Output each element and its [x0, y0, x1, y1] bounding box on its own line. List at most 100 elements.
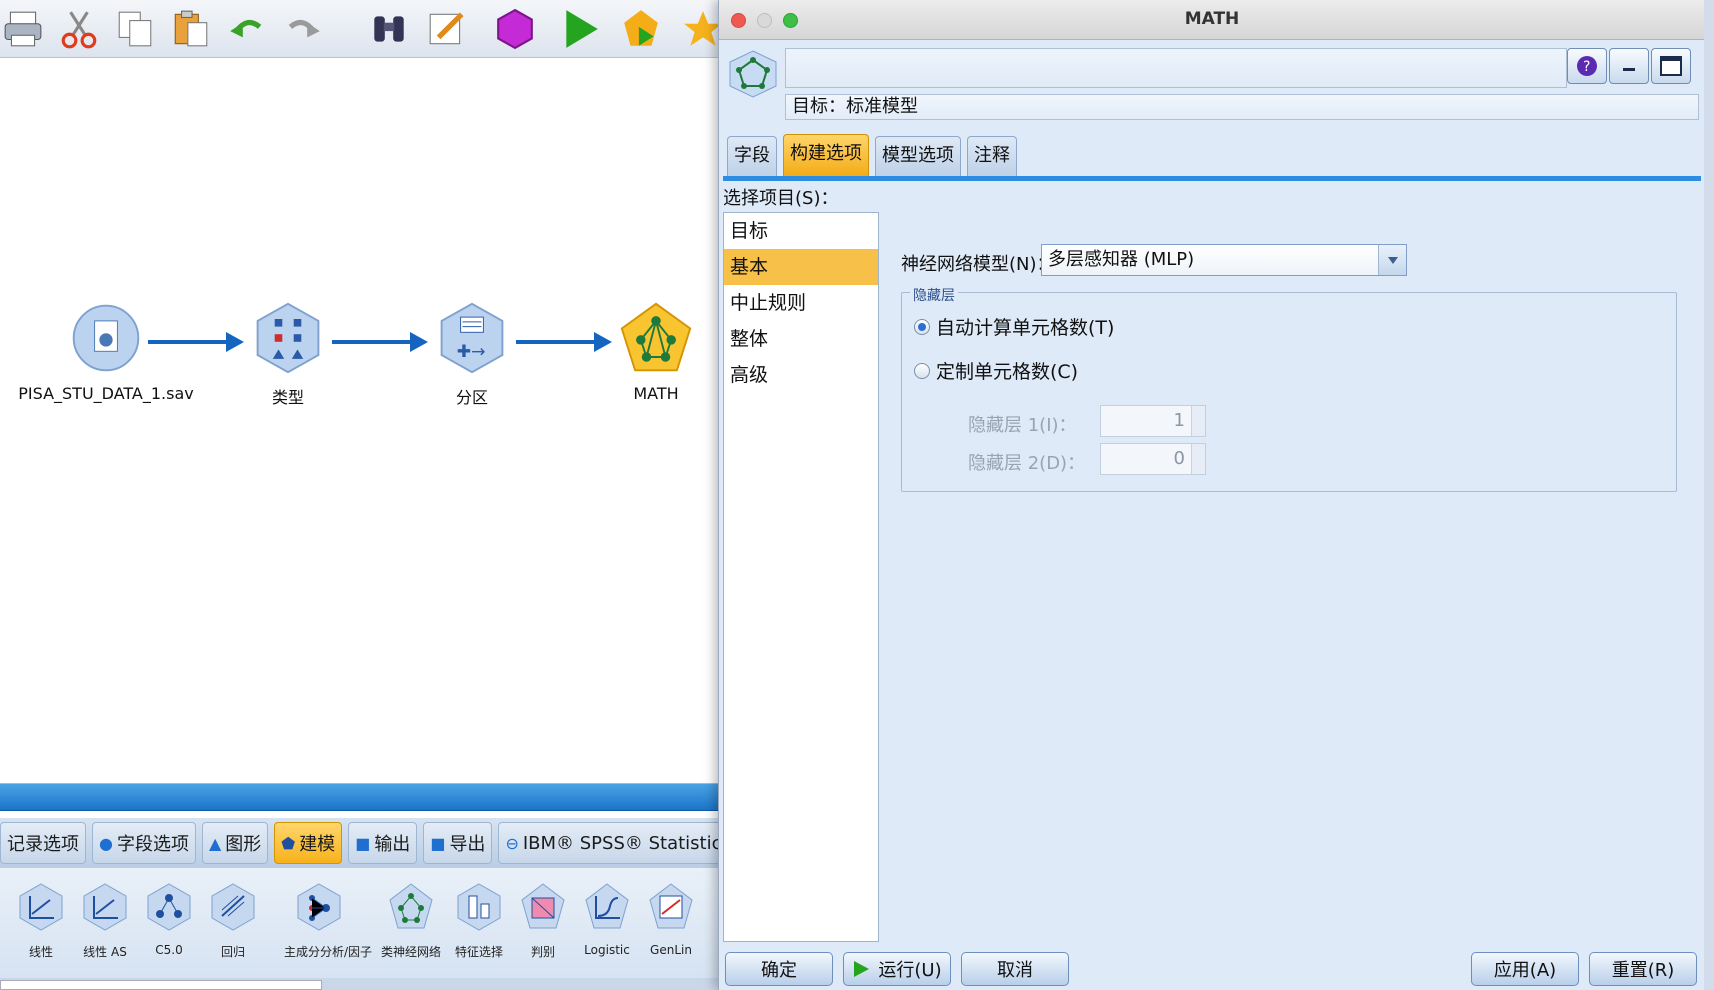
flow-arrow	[516, 332, 612, 352]
square-icon: ■	[355, 833, 371, 853]
palette-node-feature-selection[interactable]: 特征选择	[444, 882, 514, 960]
palette-tabs: 记录选项 ● 字段选项 ▲ 图形 ⬟ 建模 ■ 输出 ■ 导出 ⊖ IBM® SPSS® S…	[0, 818, 720, 868]
neural-net-icon	[620, 302, 692, 372]
palette-splitter[interactable]	[0, 783, 720, 811]
hidden-layers-group: 隐藏层 自动计算单元格数(T) 定制单元格数(C) 隐藏层 1(I)： 1 隐藏…	[901, 285, 1677, 492]
feature-selection-icon	[457, 883, 501, 931]
target-field: 目标：标准模型	[785, 94, 1699, 120]
tab-fields[interactable]: 字段	[727, 136, 777, 176]
auto-units-option[interactable]: 自动计算单元格数(T)	[914, 313, 1114, 340]
palette-node-pca-factor[interactable]: 主成分分析/因子	[284, 882, 372, 960]
spinner-arrows-icon[interactable]	[1191, 406, 1205, 436]
tab-build-options[interactable]: 构建选项	[783, 134, 869, 176]
palette-tab-statistics[interactable]: ⊖ IBM® SPSS® Statistic	[498, 822, 720, 864]
cancel-button[interactable]: 取消	[961, 952, 1069, 986]
partition-node[interactable]: ✚→ 分区	[434, 300, 510, 410]
hidden-layer-1-value: 1	[1173, 410, 1185, 431]
flow-arrow	[332, 332, 428, 352]
source-node[interactable]: PISA_STU_DATA_1.sav	[18, 300, 194, 410]
pentagon-icon: ⬟	[281, 833, 296, 853]
dialog-tabs: 字段 构建选项 模型选项 注释	[719, 126, 1705, 176]
undo-icon[interactable]	[224, 6, 270, 52]
palette-tab-output[interactable]: ■ 输出	[348, 822, 418, 864]
custom-units-option[interactable]: 定制单元格数(C)	[914, 357, 1078, 384]
genlin-icon	[649, 883, 693, 929]
reset-button[interactable]: 重置(R)	[1589, 952, 1697, 986]
paste-icon[interactable]	[168, 6, 214, 52]
minimize-panel-button[interactable]	[1609, 48, 1649, 84]
node-label: PISA_STU_DATA_1.sav	[18, 384, 194, 403]
dialog-title: MATH	[1184, 9, 1240, 29]
hidden-layer-2-spinner[interactable]: 0	[1100, 443, 1206, 475]
ok-button[interactable]: 确定	[725, 952, 833, 986]
custom-units-radio[interactable]	[914, 362, 930, 379]
spinner-arrows-icon[interactable]	[1191, 444, 1205, 474]
hidden-layer-1-label: 隐藏层 1(I)：	[968, 415, 1077, 436]
palette-tab-modeling[interactable]: ⬟ 建模	[274, 822, 343, 864]
chevron-down-icon[interactable]	[1378, 245, 1406, 275]
neural-network-icon	[389, 883, 433, 929]
node-name-input[interactable]	[785, 48, 1567, 88]
palette-tab-graphs[interactable]: ▲ 图形	[201, 822, 269, 864]
logistic-icon	[585, 883, 629, 929]
redo-icon[interactable]	[280, 6, 326, 52]
linear-icon	[19, 883, 63, 931]
basics-panel: 神经网络模型(N)： 多层感知器 (MLP) 隐藏层 自动计算单元格数(T) 定…	[879, 212, 1701, 942]
model-type-value: 多层感知器 (MLP)	[1048, 249, 1195, 270]
neural-net-model-node[interactable]: MATH	[618, 300, 694, 410]
svg-text:✚→: ✚→	[457, 342, 486, 362]
cut-icon[interactable]	[56, 6, 102, 52]
palette-node-linear-as[interactable]: 线性 AS	[70, 882, 140, 960]
list-item-advanced[interactable]: 高级	[724, 357, 878, 393]
model-type-select[interactable]: 多层感知器 (MLP)	[1041, 244, 1407, 276]
copy-icon[interactable]	[112, 6, 158, 52]
palette-node-discriminant[interactable]: 判别	[508, 882, 578, 960]
maximize-panel-button[interactable]	[1651, 48, 1691, 84]
palette-node-c50[interactable]: C5.0	[134, 882, 204, 957]
palette-nodes: 线性 线性 AS C5.0 回归 主成分分析/因子 类神经网络 特征选择 判别 …	[0, 868, 720, 978]
custom-units-label: 定制单元格数(C)	[936, 361, 1079, 383]
node-label: MATH	[633, 384, 679, 403]
node-label: 类型	[271, 388, 305, 407]
tab-model-options[interactable]: 模型选项	[875, 136, 961, 176]
palette-node-logistic[interactable]: Logistic	[572, 882, 642, 957]
list-item-basics[interactable]: 基本	[724, 249, 878, 285]
list-item-objectives[interactable]: 目标	[724, 213, 878, 249]
supernode-icon[interactable]	[492, 6, 538, 52]
node-label: 分区	[455, 388, 489, 407]
partition-icon: ✚→	[440, 302, 504, 374]
list-item-ensembles[interactable]: 整体	[724, 321, 878, 357]
edit-annotation-icon[interactable]	[424, 6, 470, 52]
palette-node-regression[interactable]: 回归	[198, 882, 268, 960]
palette-tab-export[interactable]: ■ 导出	[423, 822, 493, 864]
hidden-layer-1-spinner[interactable]: 1	[1100, 405, 1206, 437]
palette-tab-field-ops[interactable]: ● 字段选项	[92, 822, 196, 864]
palette-scrollbar[interactable]	[0, 978, 720, 990]
apply-button[interactable]: 应用(A)	[1471, 952, 1579, 986]
model-dialog: MATH ? 目标：标准模型 字段 构建选项 模型选项 注释 选择项目(S)： …	[718, 0, 1705, 990]
svg-text:?: ?	[1583, 59, 1590, 75]
auto-units-radio[interactable]	[914, 318, 930, 335]
linear-as-icon	[83, 883, 127, 931]
palette-node-linear[interactable]: 线性	[6, 882, 76, 960]
stream-canvas[interactable]: PISA_STU_DATA_1.sav 类型 ✚→ 分区 MATH	[0, 58, 720, 783]
c50-icon	[147, 883, 191, 931]
regression-icon	[211, 883, 255, 931]
triangle-icon: ▲	[208, 833, 222, 853]
palette-node-neural-network[interactable]: 类神经网络	[376, 882, 446, 960]
help-icon: ?	[1577, 56, 1597, 76]
run-icon[interactable]	[558, 6, 604, 52]
run-button[interactable]: 运行(U)	[843, 952, 951, 986]
binoculars-icon[interactable]	[366, 6, 412, 52]
list-item-stopping-rules[interactable]: 中止规则	[724, 285, 878, 321]
run-selection-icon[interactable]	[618, 6, 664, 52]
palette-tab-record-ops[interactable]: 记录选项	[0, 822, 86, 864]
palette-node-genlin[interactable]: GenLin	[636, 882, 706, 957]
tab-annotations[interactable]: 注释	[967, 136, 1017, 176]
print-icon[interactable]	[0, 6, 46, 52]
dialog-titlebar[interactable]: MATH	[719, 0, 1705, 40]
help-button[interactable]: ?	[1567, 48, 1607, 84]
dialog-footer: 确定 运行(U) 取消 应用(A) 重置(R)	[719, 942, 1705, 990]
flow-arrow	[148, 332, 244, 352]
type-node[interactable]: 类型	[250, 300, 326, 410]
